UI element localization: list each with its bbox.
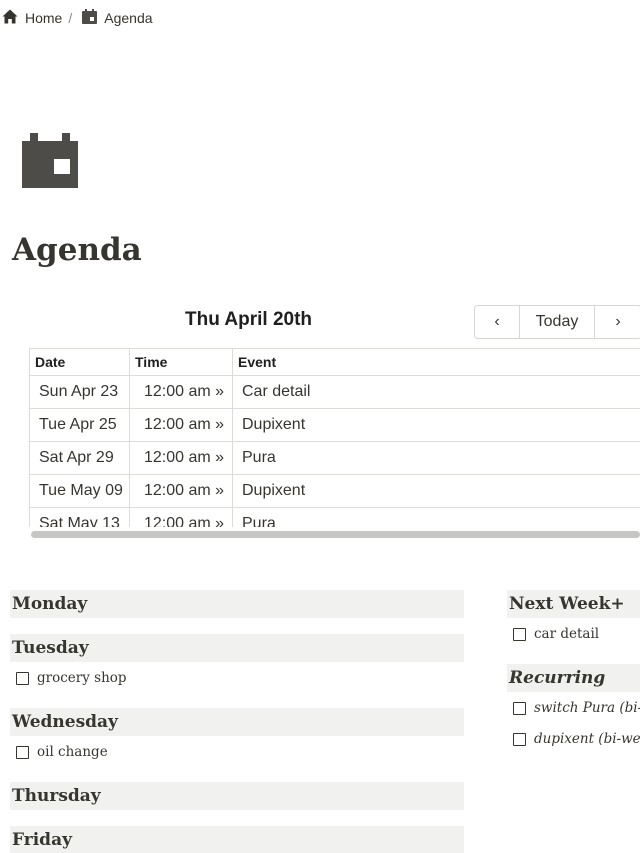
breadcrumb-agenda[interactable]: Agenda [82, 9, 153, 27]
calendar-current-date: Thu April 20th [185, 309, 313, 330]
breadcrumb-home-label: Home [25, 10, 63, 26]
breadcrumb-separator: / [68, 10, 73, 26]
section-tuesday-label: Tuesday [12, 638, 89, 658]
table-row[interactable]: Sun Apr 23 12:00 am » Car detail [30, 375, 640, 409]
todo-checkbox[interactable] [513, 701, 526, 715]
row-event[interactable]: Car detail [232, 375, 640, 409]
todo-item: grocery shop [16, 670, 127, 686]
page-calendar-icon[interactable] [20, 131, 80, 191]
section-next-week-label: Next Week+ [509, 594, 625, 614]
row-date: Sat Apr 29 [30, 441, 130, 475]
section-wednesday-label: Wednesday [12, 712, 118, 732]
todo-checkbox[interactable] [16, 745, 29, 759]
section-recurring-label: Recurring [509, 668, 606, 688]
todo-item: dupixent (bi-weekl [513, 731, 640, 747]
row-time[interactable]: 12:00 am » [129, 375, 233, 409]
todo-text[interactable]: car detail [534, 626, 599, 642]
section-recurring[interactable]: Recurring [507, 664, 640, 692]
calendar-icon [82, 9, 98, 27]
horizontal-scrollbar[interactable] [31, 531, 640, 538]
agenda-table: Date Time Event Sun Apr 23 12:00 am » Ca… [30, 349, 640, 527]
row-time[interactable]: 12:00 am » [129, 408, 233, 442]
table-row[interactable]: Sat May 13 12:00 am » Pura [30, 507, 640, 527]
calendar-today-button[interactable]: Today [520, 306, 595, 338]
home-icon [2, 9, 18, 27]
section-next-week[interactable]: Next Week+ [507, 590, 640, 618]
row-time[interactable]: 12:00 am » [129, 441, 233, 475]
agenda-table-scroll[interactable]: Date Time Event Sun Apr 23 12:00 am » Ca… [29, 348, 640, 527]
section-monday[interactable]: Monday [10, 590, 464, 618]
todo-checkbox[interactable] [513, 732, 526, 746]
table-row[interactable]: Tue May 09 12:00 am » Dupixent [30, 474, 640, 508]
section-thursday-label: Thursday [12, 786, 101, 806]
section-friday[interactable]: Friday [10, 826, 464, 853]
todo-item: car detail [513, 626, 599, 642]
row-date: Sat May 13 [30, 507, 130, 527]
todo-checkbox[interactable] [513, 627, 526, 641]
column-header-event: Event [232, 349, 640, 376]
column-header-date: Date [30, 349, 130, 376]
todo-text[interactable]: grocery shop [37, 670, 127, 686]
section-friday-label: Friday [12, 830, 72, 850]
chevron-left-icon: ‹ [494, 313, 500, 330]
row-event[interactable]: Pura [232, 507, 640, 527]
breadcrumb-home[interactable]: Home [2, 9, 62, 27]
row-date: Sun Apr 23 [30, 375, 130, 409]
section-monday-label: Monday [12, 594, 88, 614]
todo-text[interactable]: oil change [37, 744, 108, 760]
chevron-right-icon: › [615, 313, 621, 330]
calendar-prev-button[interactable]: ‹ [475, 306, 520, 338]
section-wednesday[interactable]: Wednesday [10, 708, 464, 736]
todo-checkbox[interactable] [16, 671, 29, 685]
row-date: Tue Apr 25 [30, 408, 130, 442]
row-date: Tue May 09 [30, 474, 130, 508]
column-header-time: Time [129, 349, 233, 376]
row-event[interactable]: Pura [232, 441, 640, 475]
section-thursday[interactable]: Thursday [10, 782, 464, 810]
row-event[interactable]: Dupixent [232, 474, 640, 508]
breadcrumb-agenda-label: Agenda [104, 10, 153, 26]
page-title: Agenda [12, 232, 142, 268]
row-time[interactable]: 12:00 am » [129, 507, 233, 527]
row-event[interactable]: Dupixent [232, 408, 640, 442]
breadcrumb: Home / Agenda [2, 8, 153, 28]
todo-text[interactable]: dupixent (bi-weekl [534, 731, 640, 747]
table-header-row: Date Time Event [30, 349, 640, 376]
row-time[interactable]: 12:00 am » [129, 474, 233, 508]
table-row[interactable]: Sat Apr 29 12:00 am » Pura [30, 441, 640, 475]
table-row[interactable]: Tue Apr 25 12:00 am » Dupixent [30, 408, 640, 442]
todo-item: switch Pura (bi-we [513, 700, 640, 716]
calendar-nav: ‹ Today › [474, 305, 640, 339]
todo-text[interactable]: switch Pura (bi-we [534, 700, 640, 716]
section-tuesday[interactable]: Tuesday [10, 634, 464, 662]
todo-item: oil change [16, 744, 108, 760]
calendar-next-button[interactable]: › [595, 306, 640, 338]
